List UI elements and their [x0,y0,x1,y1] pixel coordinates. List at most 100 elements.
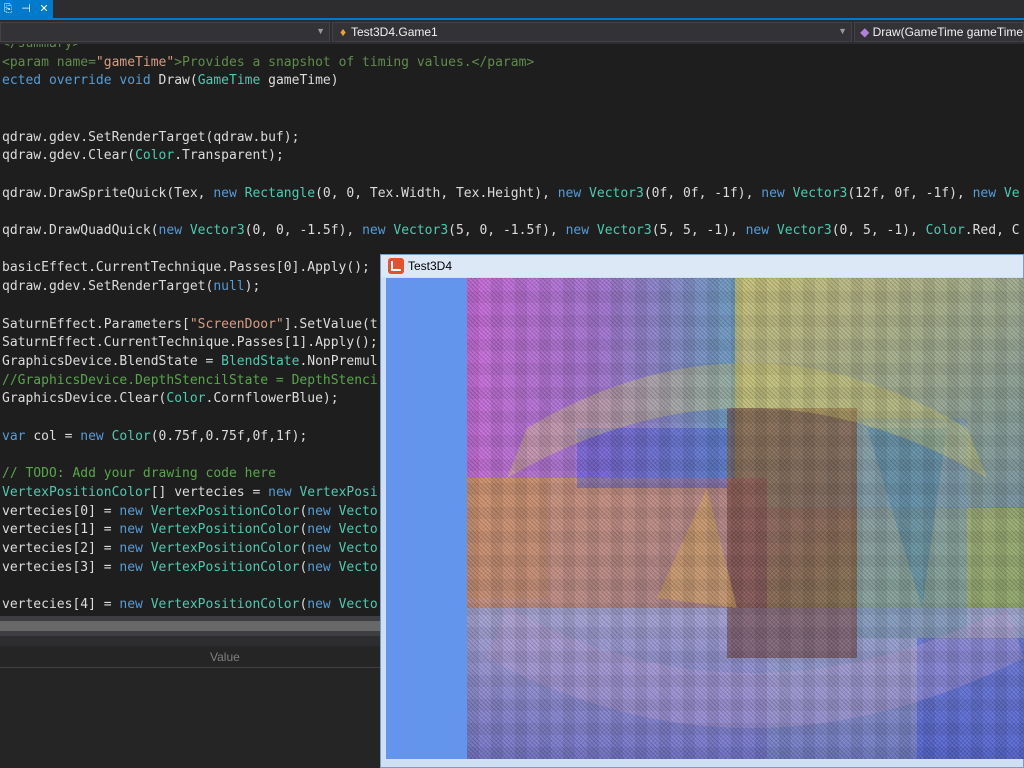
code-token: Vecto [338,522,378,538]
code-token: (5, 5, -1), [651,223,746,238]
code-token: VertexPositionColor [150,522,300,538]
code-line[interactable]: var col = new Color(0.75f,0.75f,0f,1f); [2,428,307,446]
column-header[interactable]: Value [0,646,380,668]
code-token: new [362,223,394,238]
code-line[interactable]: //GraphicsDevice.DepthStencilState = Dep… [2,372,378,390]
code-token: new [557,185,590,201]
code-token: BlendState [221,353,300,369]
game-window-title: Test3D4 [408,259,453,273]
code-token: vertecies[1] = [2,522,120,538]
code-token: .Red, C [964,223,1020,238]
code-token: Vector3 [393,223,449,238]
code-line[interactable]: qdraw.DrawSpriteQuick(Tex, new Rectangle… [2,185,1020,203]
code-line[interactable]: vertecies[1] = new VertexPositionColor(n… [2,521,378,539]
code-line[interactable]: qdraw.gdev.Clear(Color.Transparent); [2,147,284,165]
code-token: VertexPositionColor [150,540,300,556]
code-token: new [745,223,777,238]
code-token: new [268,484,300,500]
code-token: ); [244,279,261,295]
code-line[interactable]: vertecies[4] = new VertexPositionColor(n… [2,596,378,614]
code-token: new [119,503,151,519]
method-icon: ◆ [860,25,870,39]
game-window[interactable]: Test3D4 [380,254,1024,768]
code-line[interactable]: // TODO: Add your drawing code here [2,465,276,483]
code-token: new [307,522,339,538]
code-token: Ve [1003,185,1020,201]
game-viewport[interactable] [386,278,1024,759]
code-token: Vecto [338,597,378,612]
horizontal-scrollbar[interactable] [0,616,380,636]
code-line[interactable]: vertecies[3] = new VertexPositionColor(n… [2,559,378,577]
code-token: (0, 0, -1.5f), [244,223,363,238]
code-token: VertexPositionColor [150,503,300,519]
code-line[interactable]: basicEffect.CurrentTechnique.Passes[0].A… [2,259,370,277]
code-token: new [213,185,245,201]
code-token: Vector3 [776,223,832,238]
chevron-down-icon: ▼ [316,26,325,36]
code-token: >Provides a snapshot of timing values.</… [174,54,535,70]
code-token: Draw( [158,73,198,89]
code-token: .NonPremul [299,353,378,369]
code-token: qdraw.gdev.SetRenderTarget(qdraw.buf); [2,129,300,145]
code-token: Color [111,428,151,444]
game-window-titlebar[interactable]: Test3D4 [381,255,1023,277]
code-token: Vector3 [596,223,652,238]
panel-splitter[interactable] [0,636,380,646]
code-token: Vecto [338,559,378,575]
code-line[interactable]: <param name="gameTime">Provides a snapsh… [2,54,534,72]
pixel-block-overlay [467,278,1024,759]
code-token: GraphicsDevice.BlendState = [2,353,222,369]
code-line[interactable]: qdraw.gdev.SetRenderTarget(null); [2,278,260,296]
code-token: ].SetValue(t [283,316,378,332]
class-dropdown[interactable]: ♦ Test3D4.Game1 ▼ [332,22,852,42]
code-line[interactable]: GraphicsDevice.BlendState = BlendState.N… [2,353,378,371]
active-document-tab[interactable]: ⎘ ⊣ ✕ [0,0,53,18]
code-line[interactable]: SaturnEffect.CurrentTechnique.Passes[1].… [2,334,378,352]
chevron-down-icon: ▼ [838,26,847,36]
code-line[interactable]: qdraw.gdev.SetRenderTarget(qdraw.buf); [2,129,299,147]
code-line[interactable]: </summary> [2,44,80,53]
code-token: qdraw.DrawSpriteQuick(Tex, [2,185,214,201]
code-line[interactable]: qdraw.DrawQuadQuick(new Vector3(0, 0, -1… [2,222,1020,240]
code-token: SaturnEffect.Parameters[ [2,316,190,332]
code-token: VertexPositionColor [150,597,300,612]
code-line[interactable]: GraphicsDevice.Clear(Color.CornflowerBlu… [2,390,339,408]
code-token: (0, 0, Tex.Width, Tex.Height), [315,185,558,201]
code-line[interactable]: SaturnEffect.Parameters["ScreenDoor"].Se… [2,316,378,334]
code-token: Rectangle [244,185,316,201]
class-dropdown-label: Test3D4.Game1 [351,25,438,39]
unpin-icon[interactable]: ⊣ [19,3,33,15]
code-token: Vector3 [792,185,848,201]
code-token: qdraw.gdev.SetRenderTarget( [2,279,214,295]
code-token: "ScreenDoor" [189,316,284,332]
code-token: new [307,540,339,556]
code-line[interactable]: ected override void Draw(GameTime gameTi… [2,72,339,90]
code-token: VertexPosi [299,484,378,500]
code-token: vertecies[3] = [2,559,120,575]
code-token: var [2,428,34,444]
code-token: new [761,185,793,201]
code-token: VertexPositionColor [150,559,300,575]
code-token: GameTime [197,73,261,89]
code-line[interactable]: vertecies[0] = new VertexPositionColor(n… [2,503,378,521]
code-line[interactable]: vertecies[2] = new VertexPositionColor(n… [2,540,378,558]
member-dropdown[interactable]: ◆ Draw(GameTime gameTime) [854,22,1024,42]
code-line[interactable]: VertexPositionColor[] vertecies = new Ve… [2,484,378,502]
pin-icon[interactable]: ⎘ [1,3,15,15]
code-token: vertecies[4] = [2,597,120,612]
code-token: new [158,223,190,238]
code-token: new [307,597,339,612]
project-dropdown[interactable]: ▼ [0,22,330,42]
code-token: new [119,540,151,556]
code-token: new [307,559,339,575]
code-token: // TODO: Add your drawing code here [2,466,276,482]
scrollbar-thumb[interactable] [0,621,380,631]
code-token: qdraw.gdev.Clear( [2,148,136,164]
value-column-header[interactable]: Value [210,650,240,664]
code-token: GraphicsDevice.Clear( [2,391,167,407]
code-token: SaturnEffect.CurrentTechnique.Passes[1].… [2,335,378,351]
code-token: new [80,428,112,444]
locals-panel: Value [0,646,380,768]
code-token: .Transparent); [174,148,284,164]
close-icon[interactable]: ✕ [37,3,51,15]
